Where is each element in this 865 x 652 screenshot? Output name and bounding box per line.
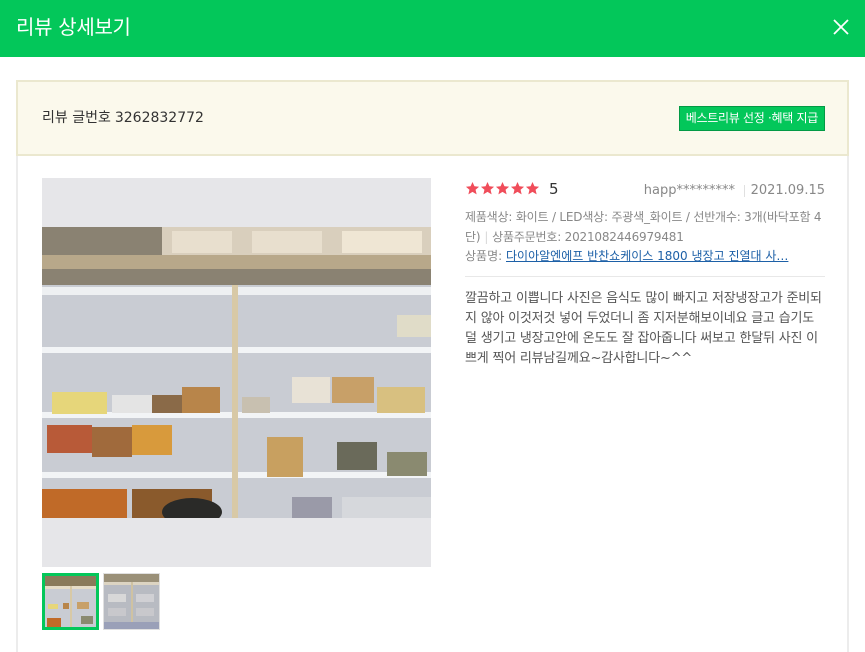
review-body-text: 깔끔하고 이쁩니다 사진은 음식도 많이 빠지고 저장냉장고가 준비되지 않아 … — [465, 291, 822, 366]
thumbnail-2[interactable] — [103, 573, 160, 630]
product-options: 제품색상: 화이트 / LED색상: 주광색_화이트 / 선반개수: 3개(바닥… — [465, 207, 825, 247]
order-number: 상품주문번호: 2021082446979481 — [492, 230, 684, 244]
modal-title: 리뷰 상세보기 — [16, 15, 131, 39]
divider — [465, 276, 825, 277]
star-icon — [510, 181, 525, 195]
meta-divider: | — [484, 230, 489, 244]
star-icon — [465, 181, 480, 195]
review-author: happ********* — [643, 183, 735, 198]
product-name-link[interactable]: 다이아알엔에프 반찬쇼케이스 1800 냉장고 진열대 사… — [506, 249, 788, 263]
modal-header: 리뷰 상세보기 — [0, 0, 865, 57]
star-icon — [480, 181, 495, 195]
review-number-label: 리뷰 글번호 — [42, 110, 111, 126]
main-review-photo[interactable] — [42, 178, 431, 567]
close-icon[interactable] — [829, 15, 853, 39]
star-icon — [525, 181, 540, 195]
review-photo-image — [42, 227, 431, 518]
product-row: 상품명: 다이아알엔에프 반찬쇼케이스 1800 냉장고 진열대 사… — [465, 247, 825, 265]
rating-score: 5 — [549, 180, 559, 198]
product-label: 상품명: — [465, 249, 503, 263]
thumbnail-1[interactable] — [42, 573, 99, 630]
review-date: 2021.09.15 — [750, 183, 825, 198]
review-number-value: 3262832772 — [114, 110, 204, 126]
star-icon — [495, 181, 510, 195]
thumbnail-1-image — [45, 576, 96, 627]
best-review-button[interactable]: 베스트리뷰 선정 ·혜택 지급 — [678, 106, 825, 131]
rating-row: 5 happ********* 2021.09.15 — [465, 180, 825, 201]
review-number: 리뷰 글번호 3262832772 — [42, 109, 204, 127]
thumbnail-2-image — [104, 574, 159, 629]
review-number-bar: 리뷰 글번호 3262832772 베스트리뷰 선정 ·혜택 지급 — [16, 80, 849, 156]
meta-divider — [744, 185, 745, 197]
